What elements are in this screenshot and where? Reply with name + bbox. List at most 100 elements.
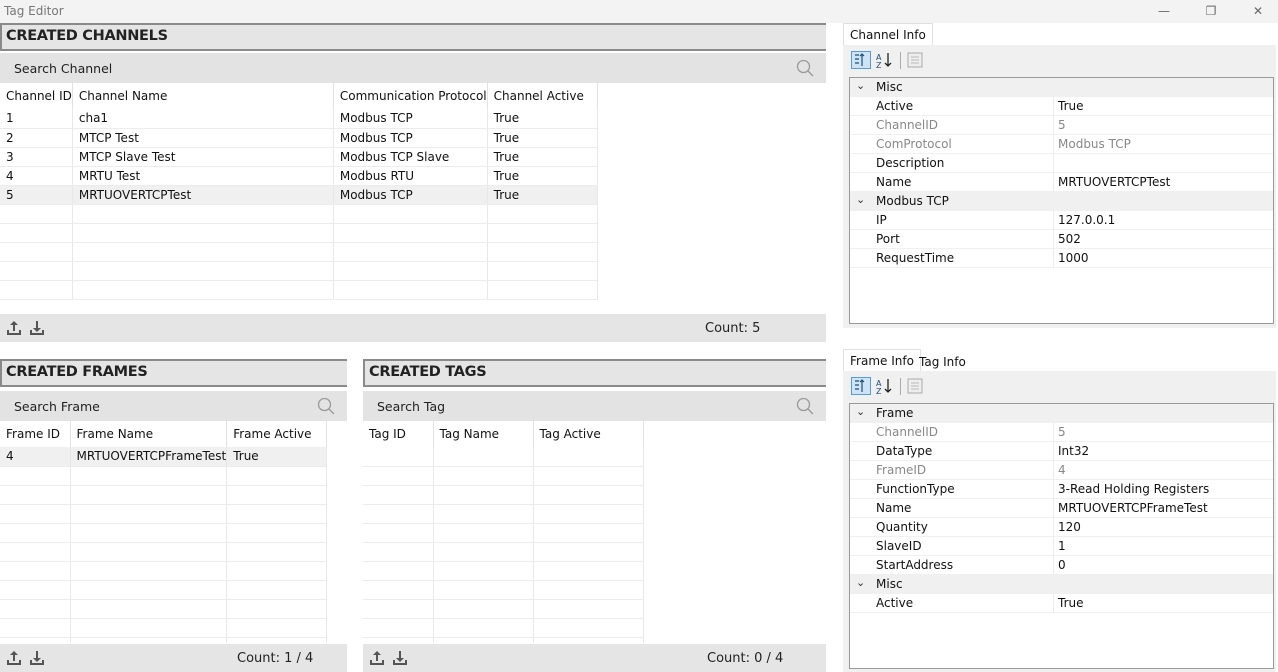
tab-frame-info[interactable]: Frame Info (843, 349, 921, 371)
property-row[interactable]: Active True (850, 97, 1273, 116)
download-icon[interactable] (392, 649, 408, 667)
table-cell[interactable]: 3 (0, 147, 73, 167)
table-cell[interactable]: True (487, 166, 598, 186)
channel-search-input[interactable] (0, 53, 826, 83)
column-header[interactable]: Frame ID (0, 421, 71, 447)
table-cell[interactable]: True (226, 447, 328, 467)
property-value[interactable]: 0 (1058, 558, 1066, 572)
table-cell[interactable]: True (487, 185, 598, 205)
table-cell[interactable]: 4 (0, 447, 71, 467)
table-cell[interactable]: MTCP Slave Test (72, 147, 334, 167)
table-cell[interactable]: MRTU Test (72, 166, 334, 186)
categorized-sort-icon[interactable] (851, 377, 871, 395)
property-value[interactable]: MRTUOVERTCPTest (1058, 175, 1170, 189)
tab-channel-info[interactable]: Channel Info (843, 23, 933, 45)
download-icon[interactable] (29, 319, 45, 337)
property-row[interactable]: Quantity 120 (850, 518, 1273, 537)
property-row[interactable]: ComProtocol Modbus TCP (850, 135, 1273, 154)
chevron-down-icon[interactable]: ⌄ (856, 405, 865, 418)
minimize-button[interactable]: — (1152, 2, 1176, 20)
property-pages-icon[interactable] (905, 377, 925, 395)
table-cell[interactable]: Modbus TCP (333, 109, 488, 129)
column-header[interactable]: Tag Active (533, 421, 644, 447)
property-value[interactable]: True (1058, 596, 1084, 610)
chevron-down-icon[interactable]: ⌄ (856, 193, 865, 206)
download-icon[interactable] (29, 649, 45, 667)
column-header[interactable]: Channel ID (0, 83, 73, 109)
property-row[interactable]: Name MRTUOVERTCPFrameTest (850, 499, 1273, 518)
column-header[interactable]: Tag ID (363, 421, 434, 447)
property-pages-icon[interactable] (905, 51, 925, 69)
property-row[interactable]: ChannelID 5 (850, 116, 1273, 135)
tab-tag-info[interactable]: Tag Info (913, 351, 972, 373)
table-row[interactable]: 4 MRTUOVERTCPFrameTest True (0, 447, 328, 467)
property-value[interactable]: True (1058, 99, 1084, 113)
table-row[interactable]: 1 cha1 Modbus TCP True (0, 109, 598, 129)
upload-icon[interactable] (6, 319, 22, 337)
close-button[interactable]: ✕ (1246, 2, 1270, 20)
table-cell[interactable]: True (487, 128, 598, 148)
table-cell[interactable]: 2 (0, 128, 73, 148)
column-header[interactable]: Channel Name (72, 83, 334, 109)
property-row[interactable]: FunctionType 3-Read Holding Registers (850, 480, 1273, 499)
property-category[interactable]: ⌄ Misc (850, 575, 1273, 594)
table-cell[interactable]: True (487, 147, 598, 167)
property-row[interactable]: DataType Int32 (850, 442, 1273, 461)
table-cell[interactable]: MTCP Test (72, 128, 334, 148)
frame-search-input[interactable] (0, 391, 347, 421)
alphabetical-sort-icon[interactable]: AZ (875, 377, 895, 395)
property-value[interactable]: 502 (1058, 232, 1081, 246)
property-value[interactable]: 4 (1058, 463, 1066, 477)
property-row[interactable]: SlaveID 1 (850, 537, 1273, 556)
property-value[interactable]: 3-Read Holding Registers (1058, 482, 1209, 496)
table-cell[interactable]: cha1 (72, 109, 334, 129)
table-cell[interactable]: Modbus TCP (333, 128, 488, 148)
property-value[interactable]: Int32 (1058, 444, 1089, 458)
property-category[interactable]: ⌄ Frame (850, 404, 1273, 423)
column-header[interactable]: Tag Name (433, 421, 534, 447)
column-header[interactable]: Frame Active (226, 421, 328, 447)
table-row[interactable]: 3 MTCP Slave Test Modbus TCP Slave True (0, 147, 598, 167)
property-row[interactable]: ChannelID 5 (850, 423, 1273, 442)
table-cell[interactable]: True (487, 109, 598, 129)
search-icon[interactable] (796, 397, 814, 415)
property-row[interactable]: IP 127.0.0.1 (850, 211, 1273, 230)
chevron-down-icon[interactable]: ⌄ (856, 79, 865, 92)
upload-icon[interactable] (6, 649, 22, 667)
table-row[interactable]: 2 MTCP Test Modbus TCP True (0, 128, 598, 148)
table-cell[interactable]: 1 (0, 109, 73, 129)
property-row[interactable]: RequestTime 1000 (850, 249, 1273, 268)
property-row[interactable]: Description (850, 154, 1273, 173)
property-value[interactable]: 5 (1058, 425, 1066, 439)
property-value[interactable]: 127.0.0.1 (1058, 213, 1115, 227)
property-value[interactable]: 1 (1058, 539, 1066, 553)
restore-button[interactable]: ❐ (1199, 2, 1223, 20)
property-category[interactable]: ⌄ Modbus TCP (850, 192, 1273, 211)
alphabetical-sort-icon[interactable]: AZ (875, 51, 895, 69)
search-icon[interactable] (796, 59, 814, 77)
property-row[interactable]: Name MRTUOVERTCPTest (850, 173, 1273, 192)
table-cell[interactable]: MRTUOVERTCPFrameTest (70, 447, 228, 467)
property-value[interactable]: MRTUOVERTCPFrameTest (1058, 501, 1208, 515)
property-row[interactable]: FrameID 4 (850, 461, 1273, 480)
property-value[interactable]: 5 (1058, 118, 1066, 132)
table-cell[interactable]: Modbus TCP Slave (333, 147, 488, 167)
chevron-down-icon[interactable]: ⌄ (856, 576, 865, 589)
table-cell[interactable]: Modbus RTU (333, 166, 488, 186)
property-category[interactable]: ⌄ Misc (850, 78, 1273, 97)
property-value[interactable]: 1000 (1058, 251, 1089, 265)
upload-icon[interactable] (369, 649, 385, 667)
property-value[interactable]: 120 (1058, 520, 1081, 534)
search-icon[interactable] (317, 397, 335, 415)
tag-search-input[interactable] (363, 391, 826, 421)
property-row[interactable]: Port 502 (850, 230, 1273, 249)
column-header[interactable]: Frame Name (70, 421, 228, 447)
table-cell[interactable]: 5 (0, 185, 73, 205)
property-row[interactable]: Active True (850, 594, 1273, 613)
table-row[interactable]: 4 MRTU Test Modbus RTU True (0, 166, 598, 186)
table-cell[interactable]: Modbus TCP (333, 185, 488, 205)
table-cell[interactable]: 4 (0, 166, 73, 186)
categorized-sort-icon[interactable] (851, 51, 871, 69)
property-value[interactable]: Modbus TCP (1058, 137, 1131, 151)
table-row[interactable]: 5 MRTUOVERTCPTest Modbus TCP True (0, 185, 598, 205)
